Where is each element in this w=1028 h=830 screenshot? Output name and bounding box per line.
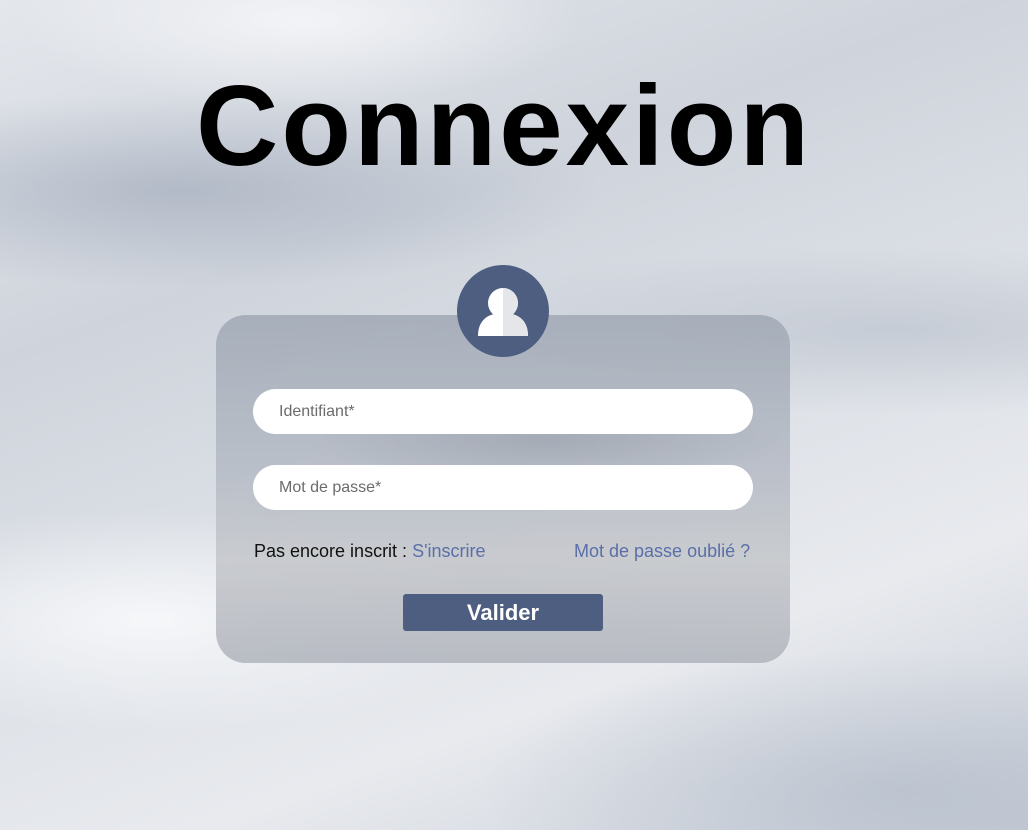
register-row: Pas encore inscrit : S'inscrire (254, 541, 486, 562)
page-title: Connexion (196, 63, 812, 190)
user-icon (457, 265, 549, 357)
user-icon-glyph (478, 288, 528, 336)
register-link[interactable]: S'inscrire (412, 541, 485, 561)
submit-button[interactable]: Valider (403, 594, 603, 631)
forgot-password-link[interactable]: Mot de passe oublié ? (574, 541, 750, 562)
username-input[interactable] (253, 389, 753, 434)
register-prompt: Pas encore inscrit : (254, 541, 408, 561)
password-input[interactable] (253, 465, 753, 510)
